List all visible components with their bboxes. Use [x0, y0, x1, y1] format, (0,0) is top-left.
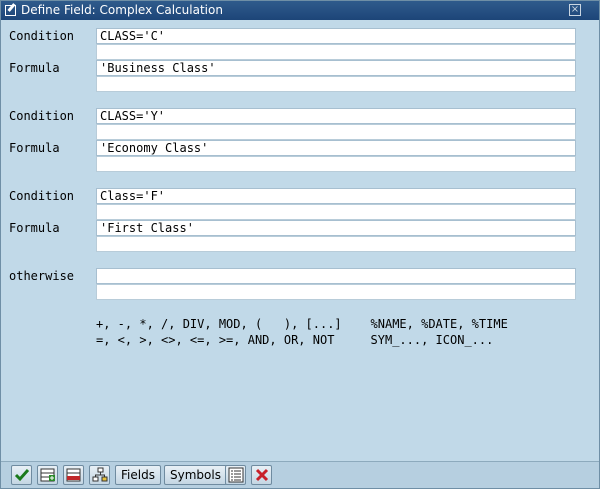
- otherwise-continuation[interactable]: [96, 284, 576, 300]
- list-icon: [228, 467, 244, 483]
- bottom-toolbar: Fields Symbols: [1, 461, 599, 488]
- edit-icon: [5, 5, 16, 16]
- insert-line-button[interactable]: [37, 465, 58, 485]
- fields-button[interactable]: Fields: [115, 465, 161, 485]
- delete-line-button[interactable]: [63, 465, 84, 485]
- structure-button[interactable]: [89, 465, 110, 485]
- condition-label-1: Condition: [9, 29, 75, 43]
- formula-input-2[interactable]: 'Economy Class': [96, 140, 576, 156]
- confirm-button[interactable]: [11, 465, 32, 485]
- list-button[interactable]: [225, 465, 246, 485]
- dialog-window: Define Field: Complex Calculation × Cond…: [0, 0, 600, 489]
- hierarchy-icon: [92, 467, 108, 482]
- formula-input-3[interactable]: 'First Class': [96, 220, 576, 236]
- condition-continuation-2[interactable]: [96, 124, 576, 140]
- window-title: Define Field: Complex Calculation: [21, 3, 223, 17]
- condition-continuation-1[interactable]: [96, 44, 576, 60]
- formula-continuation-3[interactable]: [96, 236, 576, 252]
- dialog-content: Condition CLASS='C' Formula 'Business Cl…: [1, 20, 599, 461]
- cancel-icon: [255, 468, 269, 482]
- condition-label-2: Condition: [9, 109, 75, 123]
- formula-continuation-2[interactable]: [96, 156, 576, 172]
- delete-line-icon: [66, 468, 81, 482]
- operators-help-line-2: =, <, >, <>, <=, >=, AND, OR, NOT SYM_..…: [96, 333, 494, 347]
- formula-label-1: Formula: [9, 61, 60, 75]
- operators-help-line-1: +, -, *, /, DIV, MOD, ( ), [...] %NAME, …: [96, 317, 508, 331]
- close-icon[interactable]: ×: [569, 4, 581, 16]
- formula-label-3: Formula: [9, 221, 60, 235]
- cancel-button[interactable]: [251, 465, 272, 485]
- condition-input-1[interactable]: CLASS='C': [96, 28, 576, 44]
- condition-continuation-3[interactable]: [96, 204, 576, 220]
- otherwise-input[interactable]: [96, 268, 576, 284]
- formula-label-2: Formula: [9, 141, 60, 155]
- check-icon: [14, 469, 30, 482]
- title-bar: Define Field: Complex Calculation ×: [1, 1, 599, 20]
- insert-line-icon: [40, 468, 55, 482]
- otherwise-label: otherwise: [9, 269, 75, 283]
- condition-label-3: Condition: [9, 189, 75, 203]
- symbols-button[interactable]: Symbols: [164, 465, 227, 485]
- condition-input-3[interactable]: Class='F': [96, 188, 576, 204]
- condition-input-2[interactable]: CLASS='Y': [96, 108, 576, 124]
- formula-input-1[interactable]: 'Business Class': [96, 60, 576, 76]
- formula-continuation-1[interactable]: [96, 76, 576, 92]
